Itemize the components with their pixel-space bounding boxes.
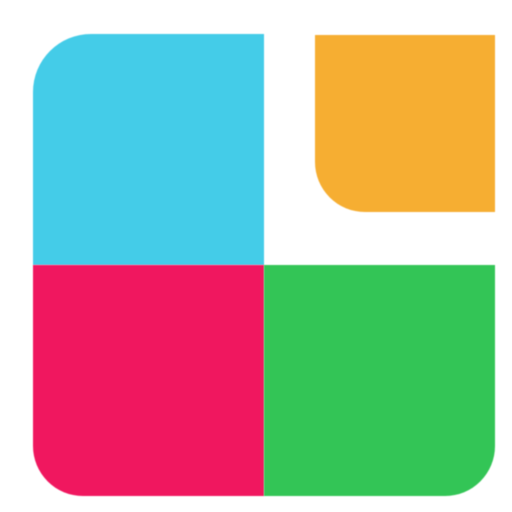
green-tile <box>264 265 495 496</box>
blue-tile <box>33 34 264 265</box>
magenta-tile <box>33 265 264 496</box>
orange-tile <box>315 35 495 212</box>
four-tile-logo-icon <box>0 0 512 512</box>
app-icon-canvas <box>0 0 512 512</box>
